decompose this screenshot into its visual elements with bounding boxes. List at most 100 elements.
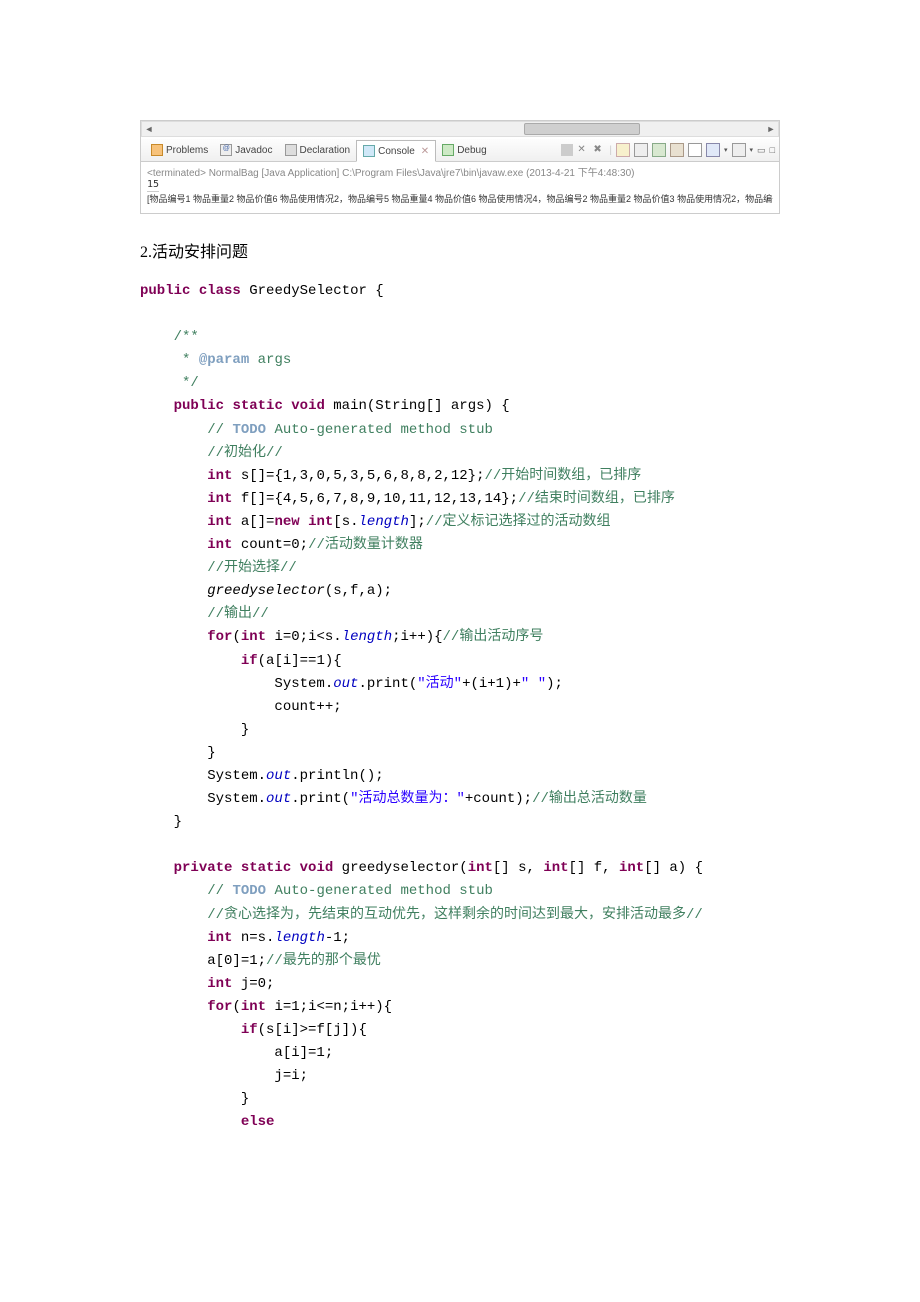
declaration-icon	[285, 144, 297, 156]
comment: //开始选择//	[207, 560, 297, 576]
code-text: a[]=	[232, 514, 274, 530]
eclipse-console-panel: ◄ ► Problems @ Javadoc Declaration Conso…	[140, 120, 780, 214]
code-text: }	[207, 745, 215, 761]
field: out	[266, 791, 291, 807]
keyword: class	[199, 283, 241, 299]
code-text: .print(	[291, 791, 350, 807]
comment: //结束时间数组，已排序	[518, 491, 675, 507]
code-text: +count);	[465, 791, 532, 807]
keyword: int	[207, 491, 232, 507]
javadoc: */	[174, 375, 199, 391]
keyword: int	[241, 999, 266, 1015]
console-tabs-bar: Problems @ Javadoc Declaration Console ✕…	[141, 139, 779, 162]
string: " "	[521, 676, 546, 692]
code-text: (s,f,a);	[325, 583, 392, 599]
code-text: i=0;i<s.	[266, 629, 342, 645]
display-icon[interactable]	[670, 143, 684, 157]
javadoc: *	[174, 352, 199, 368]
tab-problems[interactable]: Problems	[145, 139, 214, 161]
minimize-icon[interactable]: ▭	[757, 145, 766, 156]
code-text: System.	[274, 676, 333, 692]
comment: //开始时间数组，已排序	[484, 468, 641, 484]
horizontal-scrollbar[interactable]: ◄ ►	[141, 121, 779, 137]
comment: //初始化//	[207, 445, 283, 461]
code-text: +(i+1)+	[462, 676, 521, 692]
view-menu-icon[interactable]	[732, 143, 746, 157]
scroll-lock-icon[interactable]	[634, 143, 648, 157]
code-text: (s[i]>=f[j]){	[258, 1022, 367, 1038]
javadoc-icon: @	[220, 144, 232, 156]
keyword: if	[241, 653, 258, 669]
code-text: ];	[409, 514, 426, 530]
tab-declaration[interactable]: Declaration	[279, 139, 357, 161]
scroll-right-arrow-icon[interactable]: ►	[764, 122, 778, 136]
field: out	[333, 676, 358, 692]
keyword: int	[207, 468, 232, 484]
keyword: public	[174, 398, 224, 414]
code-text: }	[241, 722, 249, 738]
keyword: void	[300, 860, 334, 876]
keyword: int	[543, 860, 568, 876]
dropdown-arrow-icon[interactable]: ▾	[750, 146, 754, 154]
tab-javadoc[interactable]: @ Javadoc	[214, 139, 278, 161]
code-text: f,	[585, 860, 619, 876]
tab-debug[interactable]: Debug	[436, 139, 492, 161]
keyword: private	[174, 860, 233, 876]
code-text: count=0;	[232, 537, 308, 553]
code-text: System.	[207, 768, 266, 784]
tab-close-icon[interactable]: ✕	[421, 146, 429, 157]
code-text: a[i]=1;	[274, 1045, 333, 1061]
code-text: -1;	[325, 930, 350, 946]
code-text: .println();	[291, 768, 383, 784]
dropdown-arrow-icon[interactable]: ▾	[724, 146, 728, 154]
code-text: (	[232, 999, 240, 1015]
todo-tag: TODO	[232, 422, 266, 438]
code-text: s,	[510, 860, 544, 876]
keyword: new	[274, 514, 299, 530]
comment: //	[207, 422, 232, 438]
code-text: j=0;	[232, 976, 274, 992]
code-text: count++;	[274, 699, 341, 715]
maximize-icon[interactable]: □	[770, 145, 775, 155]
tab-label: Problems	[166, 145, 208, 156]
debug-icon	[442, 144, 454, 156]
keyword: if	[241, 1022, 258, 1038]
field: length	[274, 930, 324, 946]
code-text: a) {	[661, 860, 703, 876]
keyword: for	[207, 629, 232, 645]
keyword: int	[207, 537, 232, 553]
remove-all-icon[interactable]: ✖	[593, 144, 605, 156]
javadoc-tag: @param	[199, 352, 249, 368]
code-text: s[]={1,3,0,5,3,5,6,8,8,2,12};	[232, 468, 484, 484]
code-text: );	[546, 676, 563, 692]
terminate-icon[interactable]	[561, 144, 573, 156]
tab-label: Declaration	[300, 145, 351, 156]
open-console-icon[interactable]	[688, 143, 702, 157]
scroll-left-arrow-icon[interactable]: ◄	[142, 122, 156, 136]
string: "活动总数量为："	[350, 791, 465, 807]
remove-x-icon[interactable]: ✕	[577, 144, 589, 156]
code-text: [s.	[333, 514, 358, 530]
code-text: (a[i]==1){	[258, 653, 342, 669]
new-console-icon[interactable]	[706, 143, 720, 157]
class-name: GreedySelector {	[249, 283, 383, 299]
keyword: static	[241, 860, 291, 876]
clear-icon[interactable]	[616, 143, 630, 157]
code-text: a[0]=1;	[207, 953, 266, 969]
keyword: int	[207, 514, 232, 530]
code-text: greedyselector(	[333, 860, 467, 876]
keyword: int	[207, 930, 232, 946]
pin-icon[interactable]	[652, 143, 666, 157]
tab-console[interactable]: Console ✕	[356, 140, 436, 162]
scrollbar-thumb[interactable]	[524, 123, 640, 135]
keyword: static	[232, 398, 282, 414]
keyword: int	[207, 976, 232, 992]
comment: //贪心选择为，先结束的互动优先，这样剩余的时间达到最大，安排活动最多//	[207, 907, 703, 923]
console-output: [物品编号1 物品重量2 物品价值6 物品使用情况2，物品编号5 物品重量4 物…	[147, 192, 773, 205]
keyword: int	[468, 860, 493, 876]
keyword: int	[241, 629, 266, 645]
console-toolbar: ✕ ✖ | ▾ ▾ ▭ □	[561, 143, 775, 157]
section-heading: 2.活动安排问题	[140, 238, 780, 262]
code-text: []	[644, 860, 661, 876]
comment: //定义标记选择过的活动数组	[426, 514, 611, 530]
